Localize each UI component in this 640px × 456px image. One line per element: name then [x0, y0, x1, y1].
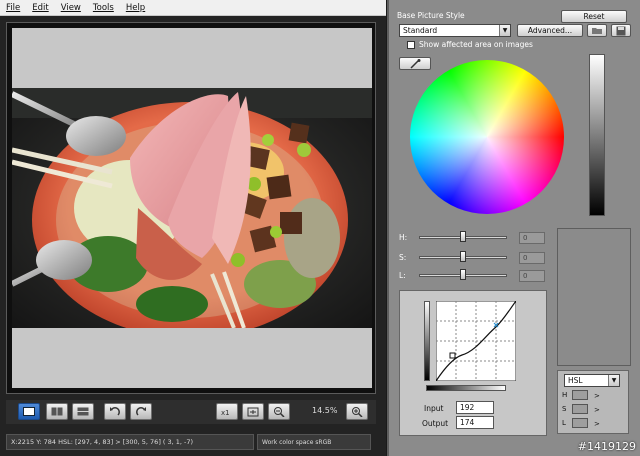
- color-mode-select[interactable]: HSL ▼: [564, 374, 620, 387]
- menu-help[interactable]: Help: [126, 3, 145, 13]
- svg-text:x1: x1: [221, 409, 230, 416]
- food-photo: [12, 88, 372, 328]
- curve-output-label: Output: [422, 419, 449, 428]
- folder-open-icon: [592, 28, 602, 34]
- s-slider-thumb[interactable]: [460, 251, 466, 262]
- image-canvas[interactable]: [12, 28, 372, 388]
- zoom-in-icon: [352, 407, 363, 417]
- show-affected-label: Show affected area on images: [419, 40, 533, 49]
- curve-input-field[interactable]: 192: [456, 401, 494, 414]
- readout-h-swatch: [572, 390, 588, 400]
- l-slider-thumb[interactable]: [460, 269, 466, 280]
- readout-l-label: L: [562, 419, 566, 427]
- zoom-in-button[interactable]: [346, 403, 368, 420]
- picture-style-select[interactable]: Standard ▼: [399, 24, 511, 37]
- menu-view[interactable]: View: [61, 3, 81, 13]
- chevron-down-icon: ▼: [608, 375, 619, 386]
- picture-style-panel: Base Picture Style Reset Standard ▼ Adva…: [387, 0, 640, 456]
- menu-tools[interactable]: Tools: [93, 3, 114, 13]
- readout-s-label: S: [562, 405, 567, 413]
- menu-bar: File Edit View Tools Help: [0, 0, 386, 16]
- redo-icon: [136, 407, 146, 416]
- split-view-button[interactable]: [72, 403, 94, 420]
- viewer-panel: x1 14.5% X:2215 Y: 784 HSL: [297, 4, 83]…: [0, 16, 386, 456]
- advanced-button[interactable]: Advanced...: [517, 24, 583, 37]
- tone-curve-panel: Input 192 Output 174: [399, 290, 547, 436]
- color-space-readout: Work color space sRGB: [257, 434, 371, 450]
- s-slider-label: S:: [399, 253, 407, 262]
- readout-s-swatch: [572, 404, 588, 414]
- chevron-down-icon: ▼: [499, 25, 510, 36]
- show-affected-checkbox[interactable]: [407, 41, 415, 49]
- curve-input-label: Input: [424, 404, 444, 413]
- readout-l-swatch: [572, 418, 588, 428]
- viewer-toolbar: x1 14.5%: [6, 400, 376, 424]
- luminance-bar[interactable]: [589, 54, 605, 216]
- fit-window-icon: [247, 407, 259, 416]
- color-wheel[interactable]: [410, 60, 564, 214]
- eyedropper-button[interactable]: [399, 57, 431, 70]
- readout-h-arrow: >: [594, 392, 600, 400]
- l-slider-label: L:: [399, 271, 406, 280]
- base-picture-style-label: Base Picture Style: [397, 11, 465, 20]
- color-mode-value: HSL: [568, 376, 583, 385]
- compare-view-button[interactable]: [46, 403, 68, 420]
- menu-file[interactable]: File: [6, 3, 20, 13]
- image-preview-frame: [6, 22, 376, 394]
- save-icon: [616, 26, 626, 35]
- single-view-icon: [23, 407, 35, 416]
- save-style-button[interactable]: [611, 24, 631, 37]
- color-swatch-panel: [557, 228, 631, 366]
- curve-output-field[interactable]: 174: [456, 416, 494, 429]
- fit-window-button[interactable]: [242, 403, 264, 420]
- picture-style-value: Standard: [403, 26, 438, 35]
- undo-button[interactable]: [104, 403, 126, 420]
- redo-button[interactable]: [130, 403, 152, 420]
- h-value-field[interactable]: 0: [519, 232, 545, 244]
- color-readout-panel: HSL ▼ H > S > L >: [557, 370, 629, 434]
- watermark: #1419129: [577, 440, 636, 453]
- curve-input-gradient: [426, 385, 506, 391]
- menu-edit[interactable]: Edit: [32, 3, 48, 13]
- undo-icon: [110, 407, 120, 416]
- readout-h-label: H: [562, 391, 568, 399]
- actual-size-icon: x1: [221, 409, 230, 416]
- eyedropper-icon: [410, 58, 421, 69]
- readout-l-arrow: >: [594, 420, 600, 428]
- curve-output-gradient: [424, 301, 430, 381]
- split-view-icon: [77, 407, 89, 416]
- zoom-out-icon: [274, 407, 285, 417]
- zoom-level: 14.5%: [312, 406, 338, 415]
- tone-curve-graph[interactable]: [436, 301, 516, 381]
- h-slider-label: H:: [399, 233, 408, 242]
- reset-button[interactable]: Reset: [561, 10, 627, 23]
- actual-size-button[interactable]: x1: [216, 403, 238, 420]
- compare-view-icon: [51, 407, 63, 416]
- zoom-out-button[interactable]: [268, 403, 290, 420]
- l-value-field[interactable]: 0: [519, 270, 545, 282]
- curve-point-dark[interactable]: [449, 352, 456, 359]
- pixel-readout: X:2215 Y: 784 HSL: [297, 4, 83] > [300, …: [6, 434, 254, 450]
- single-view-button[interactable]: [18, 403, 40, 420]
- readout-s-arrow: >: [594, 406, 600, 414]
- h-slider-thumb[interactable]: [460, 231, 466, 242]
- open-style-button[interactable]: [587, 24, 607, 37]
- s-value-field[interactable]: 0: [519, 252, 545, 264]
